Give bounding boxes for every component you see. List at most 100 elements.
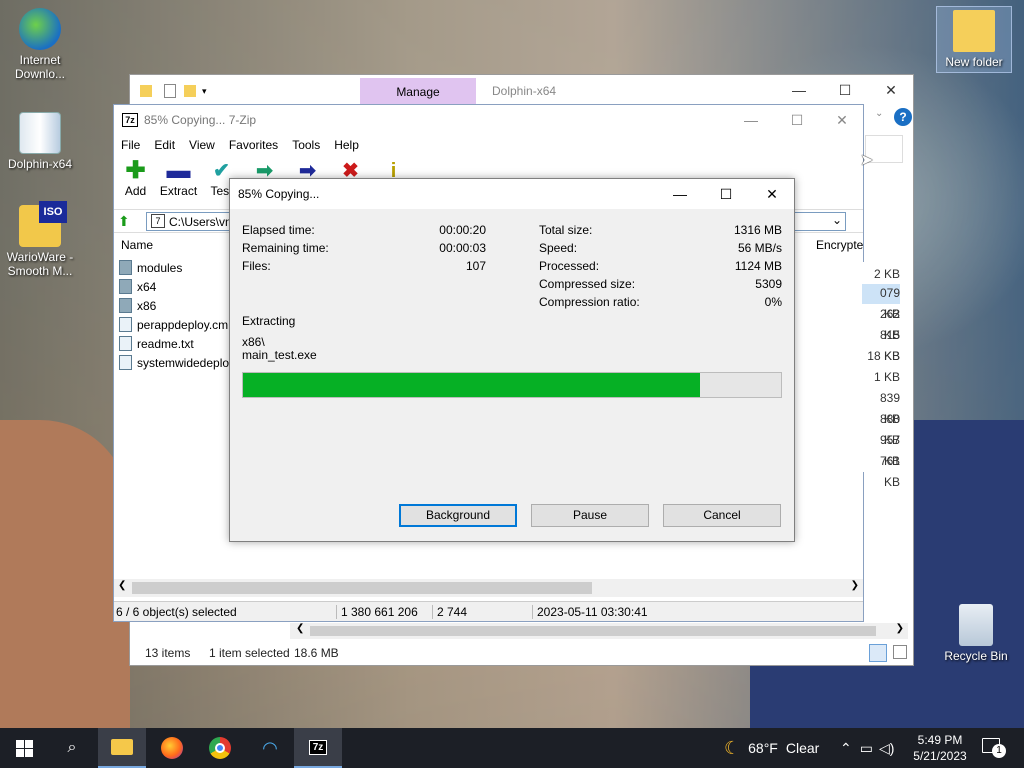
progress-dialog[interactable]: 85% Copying... — ☐ ✕ Elapsed time: 00:00… xyxy=(229,178,795,542)
dialog-maximize-button[interactable]: ☐ xyxy=(703,179,749,209)
mouse-cursor-icon: ➤ xyxy=(860,152,874,169)
sevenzip-app-icon: 7z xyxy=(122,113,138,127)
menu-help[interactable]: Help xyxy=(327,136,366,156)
list-item[interactable]: systemwidedeploy xyxy=(119,353,235,372)
status-item-count: 13 items xyxy=(145,646,191,660)
taskbar-chrome[interactable] xyxy=(196,728,244,768)
compression-ratio-label: Compression ratio: xyxy=(539,295,640,309)
clock[interactable]: 5:49 PM 5/21/2023 xyxy=(908,732,972,764)
desktop-icon-label: WarioWare - Smooth M... xyxy=(6,250,74,278)
properties-icon[interactable] xyxy=(164,84,176,98)
scroll-thumb[interactable] xyxy=(132,582,592,594)
list-item[interactable]: x86 xyxy=(119,296,156,315)
details-view-icon[interactable] xyxy=(869,644,887,662)
wallpaper-arm xyxy=(0,420,130,730)
scroll-right-icon[interactable]: ❯ xyxy=(851,580,859,591)
list-item[interactable]: x64 xyxy=(119,277,156,296)
address-text: C:\Users\vn xyxy=(169,215,232,229)
up-folder-icon[interactable]: ⬆ xyxy=(118,213,130,230)
taskbar-7zip[interactable]: 7z xyxy=(294,728,342,768)
desktop-icon-internet-download-manager[interactable]: Internet Downlo... xyxy=(0,8,80,81)
notification-center-button[interactable]: 1 xyxy=(982,738,1006,758)
sevenzip-statusbar: 6 / 6 object(s) selected 1 380 661 206 2… xyxy=(114,601,863,621)
list-item[interactable]: modules xyxy=(119,258,182,277)
add-button[interactable]: ✚ Add xyxy=(114,159,157,205)
explorer-hscroll[interactable]: ❮ ❯ xyxy=(290,623,908,639)
desktop-icon-label: Dolphin-x64 xyxy=(7,157,73,171)
size-cell: 839 KB xyxy=(879,391,900,426)
background-button[interactable]: Background xyxy=(399,504,517,527)
ribbon-expand-icon[interactable]: ⌄ xyxy=(875,108,883,119)
dialog-minimize-button[interactable]: — xyxy=(657,179,703,209)
scroll-thumb[interactable] xyxy=(310,626,876,636)
menu-view[interactable]: View xyxy=(182,136,222,156)
network-icon[interactable]: ▭ xyxy=(860,740,873,757)
column-header-name[interactable]: Name xyxy=(121,238,153,252)
desktop-icon-warioware[interactable]: ISO WarioWare - Smooth M... xyxy=(0,201,80,278)
show-hidden-icons-icon[interactable]: ⌃ xyxy=(840,740,852,757)
weather-widget[interactable]: ☾ 68°F Clear xyxy=(724,728,819,768)
volume-icon[interactable]: ◁) xyxy=(879,740,894,757)
help-icon[interactable]: ? xyxy=(894,108,912,126)
start-button[interactable] xyxy=(0,728,48,768)
large-icons-view-icon[interactable] xyxy=(893,645,907,659)
address-dropdown-icon[interactable]: ⌄ xyxy=(832,213,842,227)
file-name: perappdeploy.cm xyxy=(137,317,229,332)
list-item[interactable]: perappdeploy.cm xyxy=(119,315,228,334)
zip-folder-icon xyxy=(19,112,61,154)
extract-button[interactable]: ▬ Extract xyxy=(157,159,200,205)
files-value: 107 xyxy=(465,259,486,273)
cancel-button[interactable]: Cancel xyxy=(663,504,781,527)
recycle-bin-icon xyxy=(959,604,993,646)
menu-tools[interactable]: Tools xyxy=(285,136,327,156)
menu-edit[interactable]: Edit xyxy=(147,136,182,156)
folder-icon xyxy=(119,279,132,294)
progress-bar-fill xyxy=(243,373,701,397)
column-header-encrypted[interactable]: Encrypte xyxy=(816,238,863,252)
status-total-size: 1 380 661 206 xyxy=(336,605,418,619)
scroll-left-icon[interactable]: ❮ xyxy=(118,580,126,591)
desktop-icon-dolphin[interactable]: Dolphin-x64 xyxy=(0,112,80,171)
scroll-right-icon[interactable]: ❯ xyxy=(896,623,904,634)
file-name: readme.txt xyxy=(137,336,194,351)
size-cell: 18 KB xyxy=(867,349,900,363)
add-label: Add xyxy=(124,184,147,198)
size-cell: 2 KB xyxy=(873,267,900,281)
explorer-title: Dolphin-x64 xyxy=(492,84,557,98)
compressed-size-label: Compressed size: xyxy=(539,277,636,291)
explorer-close-button[interactable]: ✕ xyxy=(868,75,914,105)
extract-icon: ▬ xyxy=(166,157,191,184)
new-folder-icon[interactable] xyxy=(184,85,196,97)
dolphin-icon: ◠ xyxy=(262,737,278,758)
scroll-left-icon[interactable]: ❮ xyxy=(296,623,304,634)
dialog-close-button[interactable]: ✕ xyxy=(749,179,795,209)
speed-value: 56 MB/s xyxy=(737,241,782,255)
sevenzip-maximize-button[interactable]: ☐ xyxy=(774,105,820,135)
taskbar-firefox[interactable] xyxy=(148,728,196,768)
sevenzip-icon: 7z xyxy=(308,739,328,755)
search-button[interactable]: ⌕ xyxy=(48,728,96,768)
taskbar-dolphin[interactable]: ◠ xyxy=(246,728,294,768)
taskbar-file-explorer[interactable] xyxy=(98,728,146,768)
sevenzip-close-button[interactable]: ✕ xyxy=(819,105,865,135)
desktop-icon-recycle-bin[interactable]: Recycle Bin xyxy=(936,604,1016,663)
sevenzip-hscroll[interactable]: ❮ ❯ xyxy=(114,579,863,597)
status-selected: 6 / 6 object(s) selected xyxy=(116,605,237,619)
tab-manage[interactable]: Manage xyxy=(360,78,476,106)
text-file-icon xyxy=(119,336,132,351)
menu-favorites[interactable]: Favorites xyxy=(222,136,285,156)
status-packed-size: 2 744 xyxy=(432,605,467,619)
desktop-icon-new-folder[interactable]: New folder xyxy=(936,6,1012,73)
quick-access-dropdown-icon[interactable]: ▾ xyxy=(202,86,207,97)
file-name: x86 xyxy=(137,298,157,313)
archive-icon: 7 xyxy=(151,214,165,228)
desktop-icon-label: Internet Downlo... xyxy=(14,53,66,81)
explorer-minimize-button[interactable]: — xyxy=(776,75,822,105)
sevenzip-minimize-button[interactable]: — xyxy=(728,105,774,135)
menu-file[interactable]: File xyxy=(114,136,147,156)
add-icon: ✚ xyxy=(125,157,146,184)
compressed-size-value: 5309 xyxy=(755,277,782,291)
list-item[interactable]: readme.txt xyxy=(119,334,194,353)
explorer-maximize-button[interactable]: ☐ xyxy=(822,75,868,105)
pause-button[interactable]: Pause xyxy=(531,504,649,527)
